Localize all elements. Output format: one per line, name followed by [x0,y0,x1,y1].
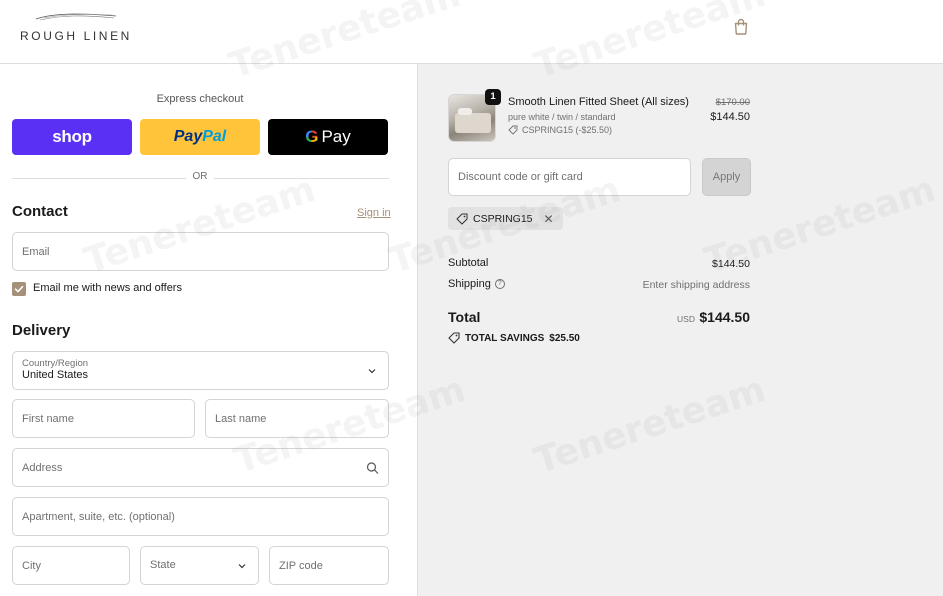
bed-graphic [455,113,491,133]
newsletter-label: Email me with news and offers [33,282,182,294]
address-field[interactable]: Address [12,448,389,487]
first-name-placeholder: First name [22,412,74,425]
country-label: Country/Region [22,358,89,369]
first-name-field[interactable]: First name [12,399,195,438]
state-placeholder: State [150,559,176,571]
newsletter-checkbox[interactable] [12,282,26,296]
product-name: Smooth Linen Fitted Sheet (All sizes) [508,96,689,108]
shopping-bag-icon[interactable] [733,18,749,36]
savings-value: $25.50 [549,332,580,344]
total-value: $144.50 [699,309,750,325]
email-placeholder: Email [22,245,50,258]
header: ROUGH LINEN [0,0,943,64]
city-field[interactable]: City [12,546,130,585]
search-icon [366,461,379,474]
subtotal-label: Subtotal [448,257,489,269]
pillow-graphic [458,108,472,115]
product-discount: CSPRING15 (-$25.50) [508,125,612,135]
sign-in-link[interactable]: Sign in [357,207,391,219]
shipping-label: Shipping [448,278,491,290]
or-label: OR [186,171,214,182]
discount-code-input[interactable]: Discount code or gift card [448,158,691,196]
last-name-field[interactable]: Last name [205,399,389,438]
chevron-down-icon [368,368,376,373]
google-pay-label: Pay [321,127,351,146]
quantity-badge: 1 [485,89,501,105]
tag-icon [508,125,518,135]
country-value: United States [22,369,89,381]
country-select[interactable]: Country/Region United States [12,351,389,390]
email-field[interactable]: Email [12,232,389,271]
tag-icon [456,213,468,225]
shop-pay-label: shop [52,127,92,146]
express-checkout-title: Express checkout [156,93,244,105]
delivery-title: Delivery [12,322,71,339]
checkout-form: Express checkout shop Pay Pal G Pay OR Con… [0,64,417,596]
last-name-placeholder: Last name [215,412,267,425]
address-placeholder: Address [22,461,63,474]
product-price: $144.50 [710,111,750,123]
tag-icon [448,332,460,344]
rough-linen-logo[interactable]: ROUGH LINEN [20,12,140,48]
product-variant: pure white / twin / standard [508,112,616,122]
apply-button[interactable]: Apply [702,158,751,196]
shipping-row: Shipping? [448,278,505,290]
apartment-field[interactable]: Apartment, suite, etc. (optional) [12,497,389,536]
paypal-button[interactable]: Pay Pal [140,119,260,155]
shipping-value: Enter shipping address [642,279,750,291]
remove-code-icon[interactable]: ✕ [544,212,554,226]
logo-swoosh-icon [35,13,117,21]
total-savings: TOTAL SAVINGS $25.50 [448,332,580,344]
paypal-label-pay: Pay [173,128,203,145]
savings-label: TOTAL SAVINGS [465,332,545,344]
total-currency: USD [677,314,695,324]
shop-pay-button[interactable]: shop [12,119,132,155]
product-discount-text: CSPRING15 (-$25.50) [522,125,613,135]
applied-discount-chip: CSPRING15 ✕ [448,207,563,230]
apply-label: Apply [712,171,741,183]
apartment-placeholder: Apartment, suite, etc. (optional) [22,510,175,523]
applied-code: CSPRING15 [473,212,533,225]
logo-text: ROUGH LINEN [20,29,132,43]
zip-placeholder: ZIP code [279,559,323,572]
city-placeholder: City [22,559,41,572]
checkmark-icon [14,285,24,293]
original-price: $170.00 [715,97,750,108]
google-pay-button[interactable]: G Pay [268,119,388,155]
state-select[interactable]: State [140,546,259,585]
contact-title: Contact [12,203,68,220]
zip-field[interactable]: ZIP code [269,546,389,585]
google-g-icon: G [305,127,319,146]
discount-placeholder: Discount code or gift card [458,171,583,183]
subtotal-value: $144.50 [712,258,750,270]
total-label: Total [448,309,481,325]
order-summary: 1 Smooth Linen Fitted Sheet (All sizes) … [417,64,943,596]
help-icon[interactable]: ? [494,279,505,290]
paypal-label-pal: Pal [202,128,227,145]
chevron-down-icon [238,563,246,568]
